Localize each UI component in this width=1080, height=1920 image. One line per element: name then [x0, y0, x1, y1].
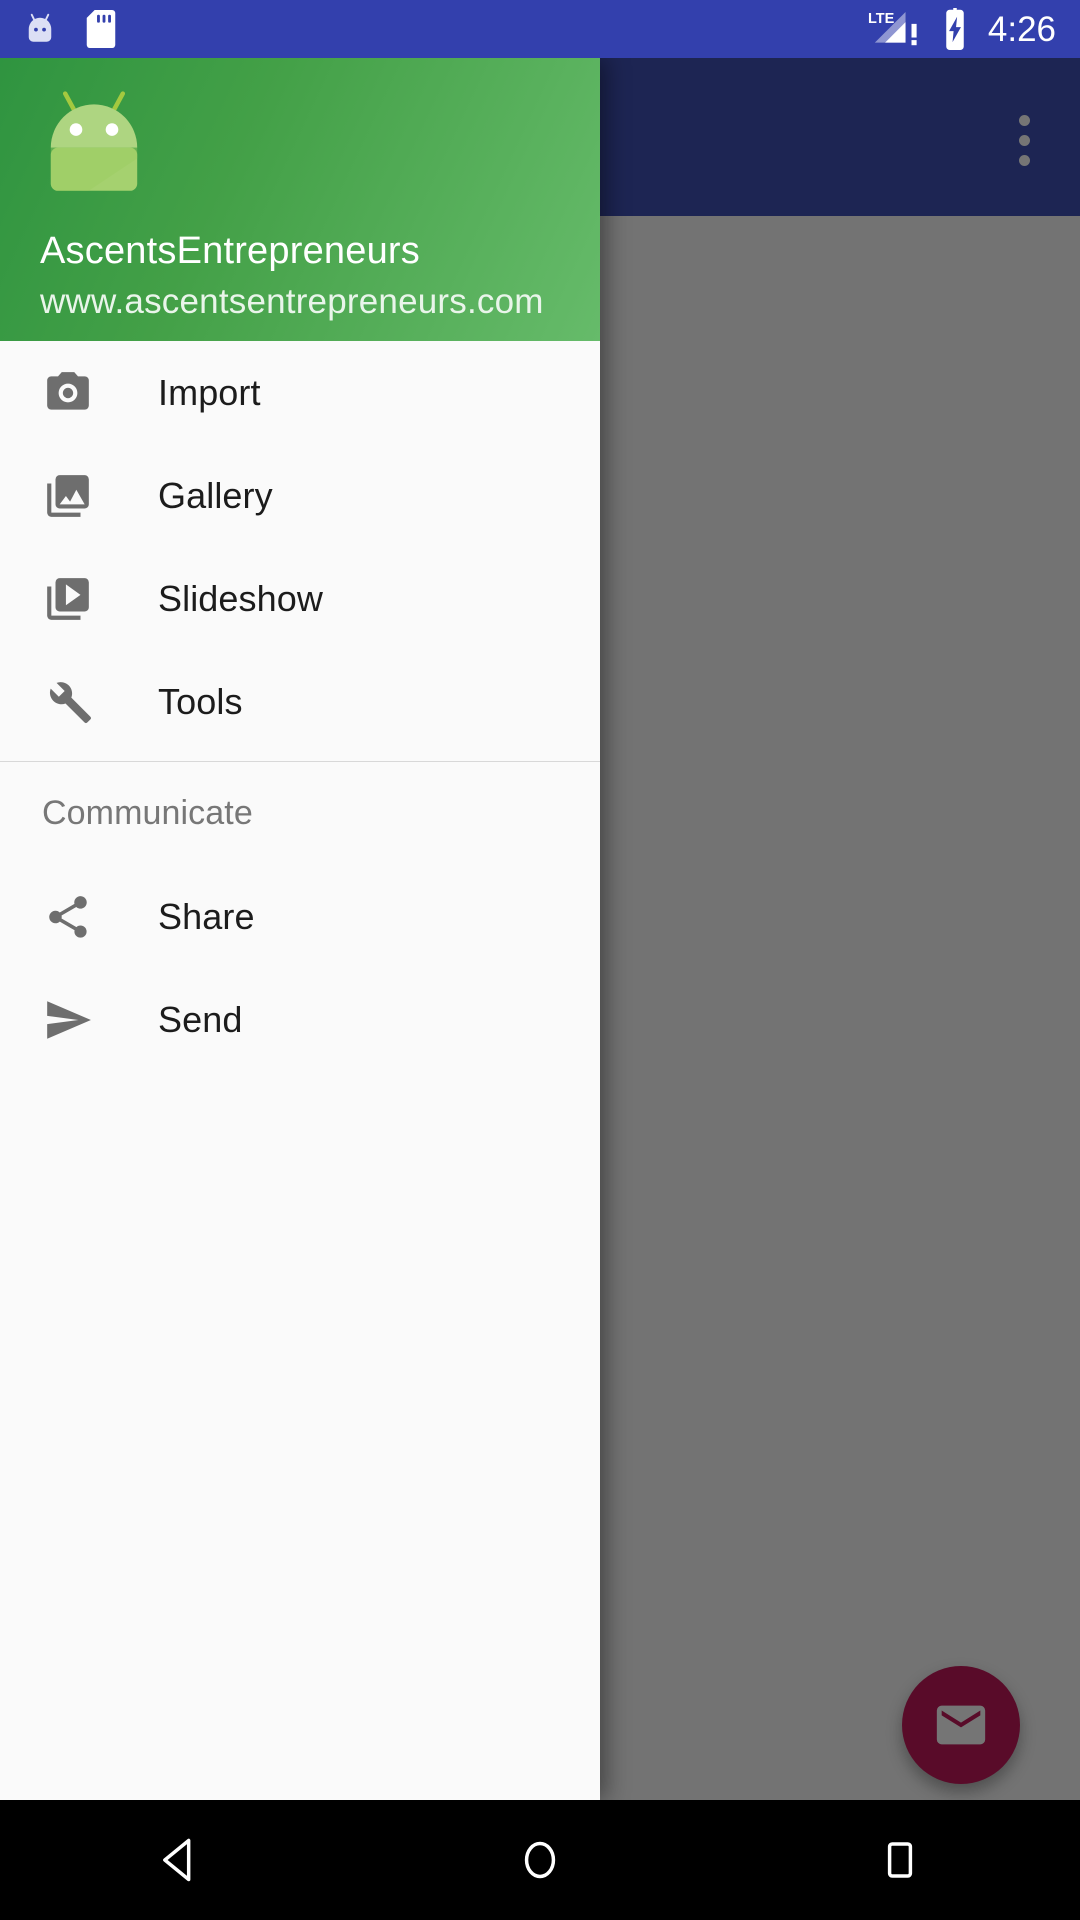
drawer-item-label: Gallery: [158, 474, 273, 516]
navigation-drawer: AscentsEntrepreneurs www.ascentsentrepre…: [0, 58, 600, 1800]
circle-home-icon: [524, 1841, 556, 1879]
drawer-section-header: Communicate: [42, 794, 253, 832]
drawer-primary-list: Import Gallery Slideshow Tools: [0, 341, 600, 753]
sd-card-icon: [86, 10, 116, 48]
status-bar-clock: 4:26: [987, 9, 1056, 49]
android-bugdroid-icon: [28, 13, 52, 42]
drawer-item-import[interactable]: Import: [0, 341, 600, 444]
photo-library-icon: [42, 470, 94, 522]
battery-charging-icon: [946, 8, 964, 50]
drawer-subtitle: www.ascentsentrepreneurs.com: [40, 282, 544, 321]
android-screen: www.ascentsentrepreneurs.com: [0, 0, 1080, 1920]
back-button[interactable]: [100, 1800, 260, 1920]
triangle-back-icon: [163, 1838, 191, 1882]
home-button[interactable]: [460, 1800, 620, 1920]
status-bar-system-icons: LTE 4:26: [868, 8, 1080, 50]
send-icon: [42, 994, 94, 1046]
drawer-secondary-list: Share Send: [0, 865, 600, 1071]
drawer-item-label: Import: [158, 371, 261, 413]
share-icon: [42, 891, 94, 943]
wrench-icon: [42, 676, 94, 728]
system-navigation-bar: [0, 1800, 1080, 1920]
drawer-item-label: Slideshow: [158, 577, 323, 619]
status-bar-notifications: [0, 10, 118, 48]
drawer-item-send[interactable]: Send: [0, 968, 600, 1071]
drawer-item-label: Share: [158, 895, 255, 937]
drawer-title: AscentsEntrepreneurs: [40, 230, 420, 272]
drawer-item-label: Tools: [158, 680, 243, 722]
recents-button[interactable]: [820, 1800, 980, 1920]
drawer-item-gallery[interactable]: Gallery: [0, 444, 600, 547]
lte-signal-alert-icon: LTE: [868, 11, 917, 46]
square-recents-icon: [887, 1842, 913, 1878]
android-robot-logo: [50, 91, 138, 191]
slideshow-icon: [42, 573, 94, 625]
drawer-item-share[interactable]: Share: [0, 865, 600, 968]
drawer-header: AscentsEntrepreneurs www.ascentsentrepre…: [0, 58, 600, 341]
svg-text:LTE: LTE: [868, 11, 895, 27]
drawer-item-label: Send: [158, 998, 243, 1040]
drawer-item-slideshow[interactable]: Slideshow: [0, 547, 600, 650]
drawer-item-tools[interactable]: Tools: [0, 650, 600, 753]
status-bar: LTE 4:26: [0, 0, 1080, 58]
camera-icon: [42, 367, 94, 419]
